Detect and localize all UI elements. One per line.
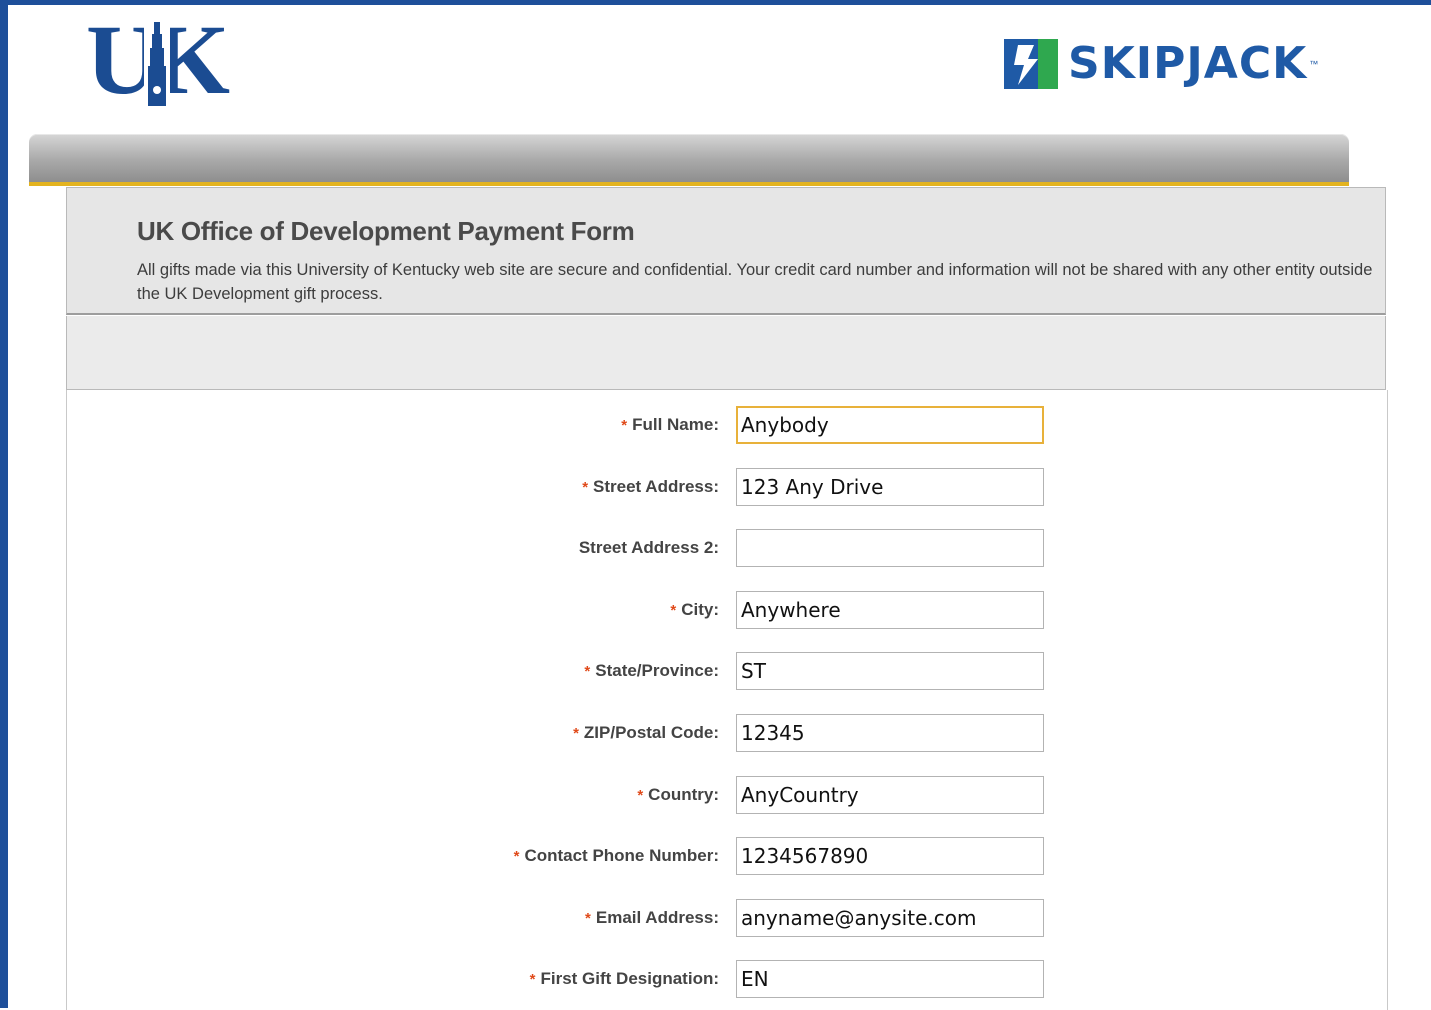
- field-label: Street Address 2:: [578, 538, 719, 557]
- form-row-street-address: * Street Address:: [67, 468, 1387, 506]
- form-row-country: * Country:: [67, 776, 1387, 814]
- required-marker: *: [621, 417, 628, 434]
- skipjack-logo-text: SKIPJACK: [1068, 38, 1308, 89]
- first-gift-designation-input[interactable]: [736, 960, 1044, 998]
- field-label: * Contact Phone Number:: [513, 846, 719, 865]
- top-nav-bar: [29, 134, 1349, 186]
- skipjack-logo: SKIPJACK ™: [1004, 36, 1318, 92]
- field-label: * Street Address:: [582, 477, 719, 496]
- country-input[interactable]: [736, 776, 1044, 814]
- field-label: * First Gift Designation:: [529, 969, 719, 988]
- contact-phone-input[interactable]: [736, 837, 1044, 875]
- required-marker: *: [513, 848, 520, 865]
- form-row-first-gift-designation: * First Gift Designation:: [67, 960, 1387, 998]
- address-form: *Full Name: *Street Address: Street Addr…: [66, 390, 1388, 1010]
- form-header-panel: UK Office of Development Payment Form Al…: [66, 187, 1386, 315]
- skipjack-flag-icon: [1004, 39, 1058, 89]
- required-marker: *: [582, 479, 589, 496]
- street-address-input[interactable]: [736, 468, 1044, 506]
- street-address-2-input[interactable]: [736, 529, 1044, 567]
- field-label: * City:: [670, 600, 719, 619]
- required-marker: *: [573, 725, 579, 742]
- form-row-email-address: * Email Address:: [67, 899, 1387, 937]
- page-title: UK Office of Development Payment Form: [137, 216, 635, 246]
- field-label: * Country:: [637, 785, 719, 804]
- header-spacer-band: [66, 316, 1386, 390]
- required-marker: *: [584, 663, 591, 680]
- form-row-zip-postal-code: * ZIP/Postal Code:: [67, 714, 1387, 752]
- email-address-input[interactable]: [736, 899, 1044, 937]
- required-marker: *: [670, 602, 677, 619]
- form-row-full-name: * Full Name:: [67, 406, 1387, 444]
- tower-icon: [144, 20, 170, 106]
- form-row-contact-phone: * Contact Phone Number:: [67, 837, 1387, 875]
- field-label: * Full Name:: [621, 415, 719, 434]
- city-input[interactable]: [736, 591, 1044, 629]
- form-row-street-address-2: Street Address 2:: [67, 529, 1387, 567]
- required-marker: *: [529, 971, 536, 988]
- full-name-input[interactable]: [736, 406, 1044, 444]
- form-row-state-province: * State/Province:: [67, 652, 1387, 690]
- form-row-city: * City:: [67, 591, 1387, 629]
- required-marker: *: [637, 787, 644, 804]
- field-label: * State/Province:: [584, 661, 719, 680]
- field-label: * Email Address:: [585, 908, 719, 927]
- state-province-input[interactable]: [736, 652, 1044, 690]
- uk-logo: UK: [86, 10, 230, 110]
- field-label: * ZIP/Postal Code:: [573, 723, 719, 742]
- trademark-symbol: ™: [1309, 59, 1319, 69]
- zip-postal-code-input[interactable]: [736, 714, 1044, 752]
- required-marker: *: [585, 910, 591, 927]
- form-description: All gifts made via this University of Ke…: [137, 261, 1373, 303]
